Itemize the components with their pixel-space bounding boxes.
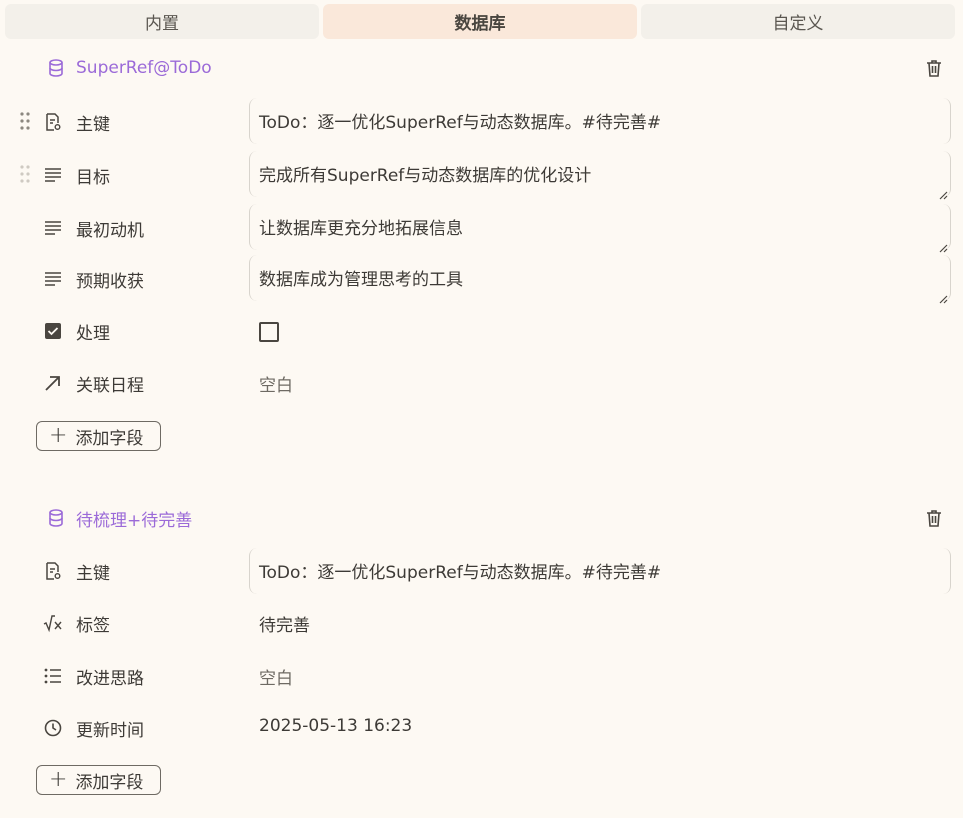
field-row: 关联日程 空白	[0, 359, 963, 409]
drag-handle-icon[interactable]	[19, 111, 31, 131]
field-value: 让数据库更充分地拓展信息	[259, 219, 463, 239]
relation-arrow-icon	[43, 373, 63, 393]
field-label: 主键	[76, 115, 110, 135]
database-title[interactable]: SuperRef@ToDo	[76, 58, 212, 78]
trash-icon[interactable]	[924, 508, 944, 528]
field-value[interactable]: 空白	[259, 664, 293, 689]
list-icon	[43, 666, 63, 686]
field-label: 主键	[76, 564, 110, 584]
field-value: 数据库成为管理思考的工具	[259, 270, 463, 290]
trash-icon[interactable]	[924, 58, 944, 78]
field-label: 标签	[76, 616, 110, 636]
field-value: ToDo：逐一优化SuperRef与动态数据库。#待完善#	[259, 563, 662, 583]
primary-key-input[interactable]: ToDo：逐一优化SuperRef与动态数据库。#待完善#	[249, 548, 951, 594]
add-field-button[interactable]: + 添加字段	[36, 421, 161, 451]
tab-custom[interactable]: 自定义	[641, 4, 955, 39]
database-icon	[46, 58, 66, 78]
drag-handle-icon[interactable]	[19, 164, 31, 184]
field-row: 处理	[0, 307, 963, 357]
text-input[interactable]: 数据库成为管理思考的工具	[249, 255, 951, 304]
field-row: 目标 完成所有SuperRef与动态数据库的优化设计	[0, 149, 963, 200]
primary-key-input[interactable]: ToDo：逐一优化SuperRef与动态数据库。#待完善#	[249, 98, 951, 144]
field-value: ToDo：逐一优化SuperRef与动态数据库。#待完善#	[259, 113, 662, 133]
tab-bar: 内置 数据库 自定义	[5, 4, 955, 39]
text-icon	[43, 218, 63, 238]
add-field-label: 添加字段	[75, 428, 144, 449]
field-label: 更新时间	[76, 721, 144, 741]
tab-builtin[interactable]: 内置	[5, 4, 319, 39]
field-row: 改进思路 空白	[0, 652, 963, 702]
field-label: 改进思路	[76, 669, 144, 689]
database-icon	[46, 508, 66, 528]
text-icon	[43, 165, 63, 185]
field-row: 预期收获 数据库成为管理思考的工具	[0, 255, 963, 305]
field-label: 最初动机	[76, 221, 144, 241]
database-header[interactable]: SuperRef@ToDo	[46, 53, 212, 83]
field-row: 主键 ToDo：逐一优化SuperRef与动态数据库。#待完善#	[0, 96, 963, 146]
tab-database[interactable]: 数据库	[323, 4, 637, 39]
text-input[interactable]: 完成所有SuperRef与动态数据库的优化设计	[249, 151, 951, 200]
field-value[interactable]: 空白	[259, 371, 293, 396]
add-field-button[interactable]: + 添加字段	[36, 765, 161, 795]
database-header[interactable]: 待梳理+待完善	[46, 503, 192, 533]
plus-icon: +	[49, 423, 68, 448]
formula-icon	[43, 613, 63, 633]
field-label: 目标	[76, 168, 110, 188]
add-field-label: 添加字段	[75, 772, 144, 793]
clock-icon	[43, 718, 63, 738]
field-value: 完成所有SuperRef与动态数据库的优化设计	[259, 166, 592, 186]
resize-handle-icon[interactable]	[938, 238, 948, 253]
field-row: 最初动机 让数据库更充分地拓展信息	[0, 202, 963, 253]
primary-key-icon	[43, 561, 63, 581]
text-icon	[43, 269, 63, 289]
primary-key-icon	[43, 112, 63, 132]
field-label: 预期收获	[76, 272, 144, 292]
process-checkbox[interactable]	[259, 322, 279, 342]
field-row: 主键 ToDo：逐一优化SuperRef与动态数据库。#待完善#	[0, 546, 963, 596]
checkbox-icon	[43, 321, 63, 341]
text-input[interactable]: 让数据库更充分地拓展信息	[249, 204, 951, 253]
field-label: 关联日程	[76, 376, 144, 396]
field-value: 2025-05-13 16:23	[259, 716, 413, 736]
field-row: 更新时间 2025-05-13 16:23	[0, 704, 963, 754]
field-row: 标签 待完善	[0, 599, 963, 649]
field-label: 处理	[76, 324, 110, 344]
resize-handle-icon[interactable]	[938, 185, 948, 200]
resize-handle-icon[interactable]	[938, 289, 948, 304]
plus-icon: +	[49, 767, 68, 792]
field-value[interactable]: 待完善	[259, 611, 310, 636]
database-title[interactable]: 待梳理+待完善	[76, 506, 192, 531]
